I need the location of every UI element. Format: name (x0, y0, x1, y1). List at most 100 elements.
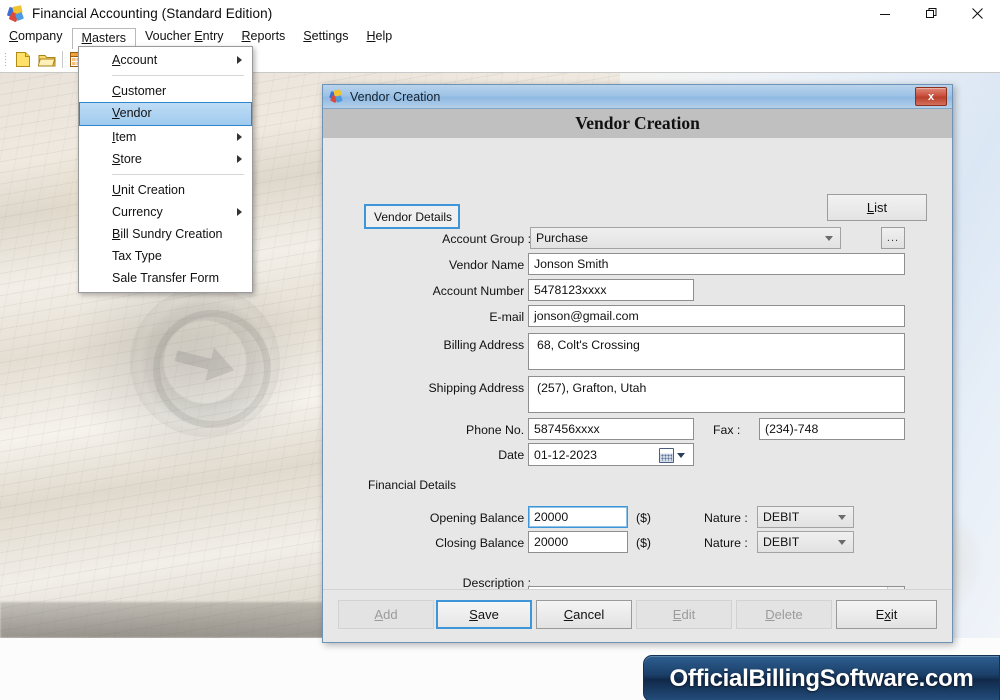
masters-dropdown-menu: Account Customer Vendor Item Store Unit … (78, 46, 253, 293)
account-number-input[interactable]: 5478123xxxx (528, 279, 694, 301)
menu-item-item[interactable]: Item (79, 126, 252, 148)
menu-item-vendor[interactable]: Vendor (79, 102, 252, 126)
toolbar-separator (62, 51, 63, 68)
closing-nature-label: Nature : (704, 536, 748, 550)
list-button-label: ist (874, 200, 888, 215)
tab-vendor-details[interactable]: Vendor Details (364, 204, 460, 229)
menu-item-item-label: tem (115, 130, 137, 144)
fax-value: (234)-748 (765, 422, 819, 436)
title-bar: Financial Accounting (Standard Edition) (0, 0, 1000, 28)
chevron-down-icon (825, 235, 833, 241)
date-label: Date : (498, 448, 531, 462)
opening-nature-value: DEBIT (763, 510, 800, 524)
date-picker-button[interactable] (659, 448, 685, 463)
close-icon[interactable] (954, 0, 1000, 27)
minimize-icon[interactable] (862, 0, 908, 27)
menu-item-store[interactable]: Store (79, 148, 252, 170)
closing-balance-input[interactable]: 20000 (528, 531, 628, 553)
account-group-select[interactable]: Purchase (530, 227, 841, 249)
puzzle-icon (6, 4, 25, 23)
menu-reports[interactable]: Reports (233, 28, 295, 47)
menu-settings[interactable]: Settings (294, 28, 357, 47)
menu-separator (112, 174, 244, 175)
billing-address-input[interactable]: 68, Colt's Crossing (528, 333, 905, 370)
opening-nature-select[interactable]: DEBIT (757, 506, 854, 528)
closing-nature-value: DEBIT (763, 535, 800, 549)
shipping-address-value: (257), Grafton, Utah (537, 381, 647, 395)
add-button[interactable]: Add (338, 600, 434, 629)
exit-button-label: it (890, 607, 898, 622)
submenu-arrow-icon (237, 155, 242, 163)
menu-item-currency-label: Currency (112, 205, 163, 219)
menu-bar: Company Masters Voucher Entry Reports Se… (0, 27, 1000, 49)
edit-button[interactable]: Edit (636, 600, 732, 629)
opening-balance-value: 20000 (534, 510, 569, 524)
shipping-address-label: Shipping Address : (428, 381, 531, 395)
dialog-title-bar: Vendor Creation x (323, 85, 952, 109)
menu-item-unit-creation-label: nit Creation (121, 183, 185, 197)
menu-item-customer-label: ustomer (121, 84, 167, 98)
billing-address-value: 68, Colt's Crossing (537, 338, 640, 352)
opening-balance-label: Opening Balance : (429, 511, 531, 525)
delete-button[interactable]: Delete (736, 600, 832, 629)
menu-item-unit-creation[interactable]: Unit Creation (79, 179, 252, 201)
menu-item-bill-sundry-label: ill Sundry Creation (120, 227, 223, 241)
vendor-creation-dialog: Vendor Creation x Vendor Creation Vendor… (322, 84, 953, 643)
menu-item-bill-sundry-creation[interactable]: Bill Sundry Creation (79, 223, 252, 245)
menu-company[interactable]: Company (0, 28, 72, 47)
chevron-down-icon (677, 453, 685, 458)
description-label: Description : (462, 576, 531, 590)
dialog-footer: Add Save Cancel Edit Delete Exit (323, 589, 952, 642)
phone-input[interactable]: 587456xxxx (528, 418, 694, 440)
add-button-label: dd (383, 607, 398, 622)
menu-item-sale-transfer-form[interactable]: Sale Transfer Form (79, 267, 252, 289)
watermark-text: OfficialBillingSoftware.com (669, 664, 974, 692)
opening-balance-currency: ($) (636, 511, 652, 525)
toolbar-grip[interactable] (4, 52, 7, 67)
menu-separator (112, 75, 244, 76)
dialog-title: Vendor Creation (350, 89, 441, 104)
menu-item-customer[interactable]: Customer (79, 80, 252, 102)
save-button[interactable]: Save (436, 600, 532, 629)
menu-item-tax-type[interactable]: Tax Type (79, 245, 252, 267)
closing-balance-value: 20000 (534, 535, 569, 549)
email-label: E-mail : (489, 310, 531, 324)
menu-help[interactable]: Help (357, 28, 401, 47)
phone-label: Phone No. : (466, 423, 531, 437)
chevron-down-icon (838, 514, 846, 520)
account-number-label: Account Number : (432, 284, 531, 298)
vendor-name-input[interactable]: Jonson Smith (528, 253, 905, 275)
cancel-button[interactable]: Cancel (536, 600, 632, 629)
opening-balance-input[interactable]: 20000 (528, 506, 628, 528)
list-button[interactable]: List (827, 194, 927, 221)
new-document-icon[interactable] (12, 49, 34, 70)
billing-address-label: Billing Address : (443, 338, 532, 352)
submenu-arrow-icon (237, 56, 242, 64)
exit-button[interactable]: Exit (836, 600, 937, 629)
closing-balance-currency: ($) (636, 536, 652, 550)
closing-balance-label: Closing Balance : (435, 536, 531, 550)
account-group-browse-button[interactable]: ... (881, 227, 905, 249)
menu-item-vendor-label: endor (119, 106, 152, 120)
watermark-badge: OfficialBillingSoftware.com (643, 655, 1000, 700)
dialog-close-button[interactable]: x (915, 87, 947, 106)
chevron-down-icon (838, 539, 846, 545)
fax-input[interactable]: (234)-748 (759, 418, 905, 440)
email-input[interactable]: jonson@gmail.com (528, 305, 905, 327)
dialog-header-band: Vendor Creation (323, 109, 952, 138)
closing-nature-select[interactable]: DEBIT (757, 531, 854, 553)
submenu-arrow-icon (237, 208, 242, 216)
open-folder-icon[interactable] (36, 49, 58, 70)
date-value: 01-12-2023 (534, 447, 597, 462)
opening-nature-label: Nature : (704, 511, 748, 525)
shipping-address-input[interactable]: (257), Grafton, Utah (528, 376, 905, 413)
page-title: Vendor Creation (575, 113, 700, 133)
menu-item-account[interactable]: Account (79, 49, 252, 71)
menu-item-currency[interactable]: Currency (79, 201, 252, 223)
menu-item-sale-transfer-label: Sale Transfer Form (112, 271, 219, 285)
menu-voucher-entry[interactable]: Voucher Entry (136, 28, 233, 47)
save-button-label: ave (477, 607, 499, 622)
puzzle-icon (329, 89, 344, 104)
menu-item-store-label: tore (120, 152, 142, 166)
restore-icon[interactable] (908, 0, 954, 27)
